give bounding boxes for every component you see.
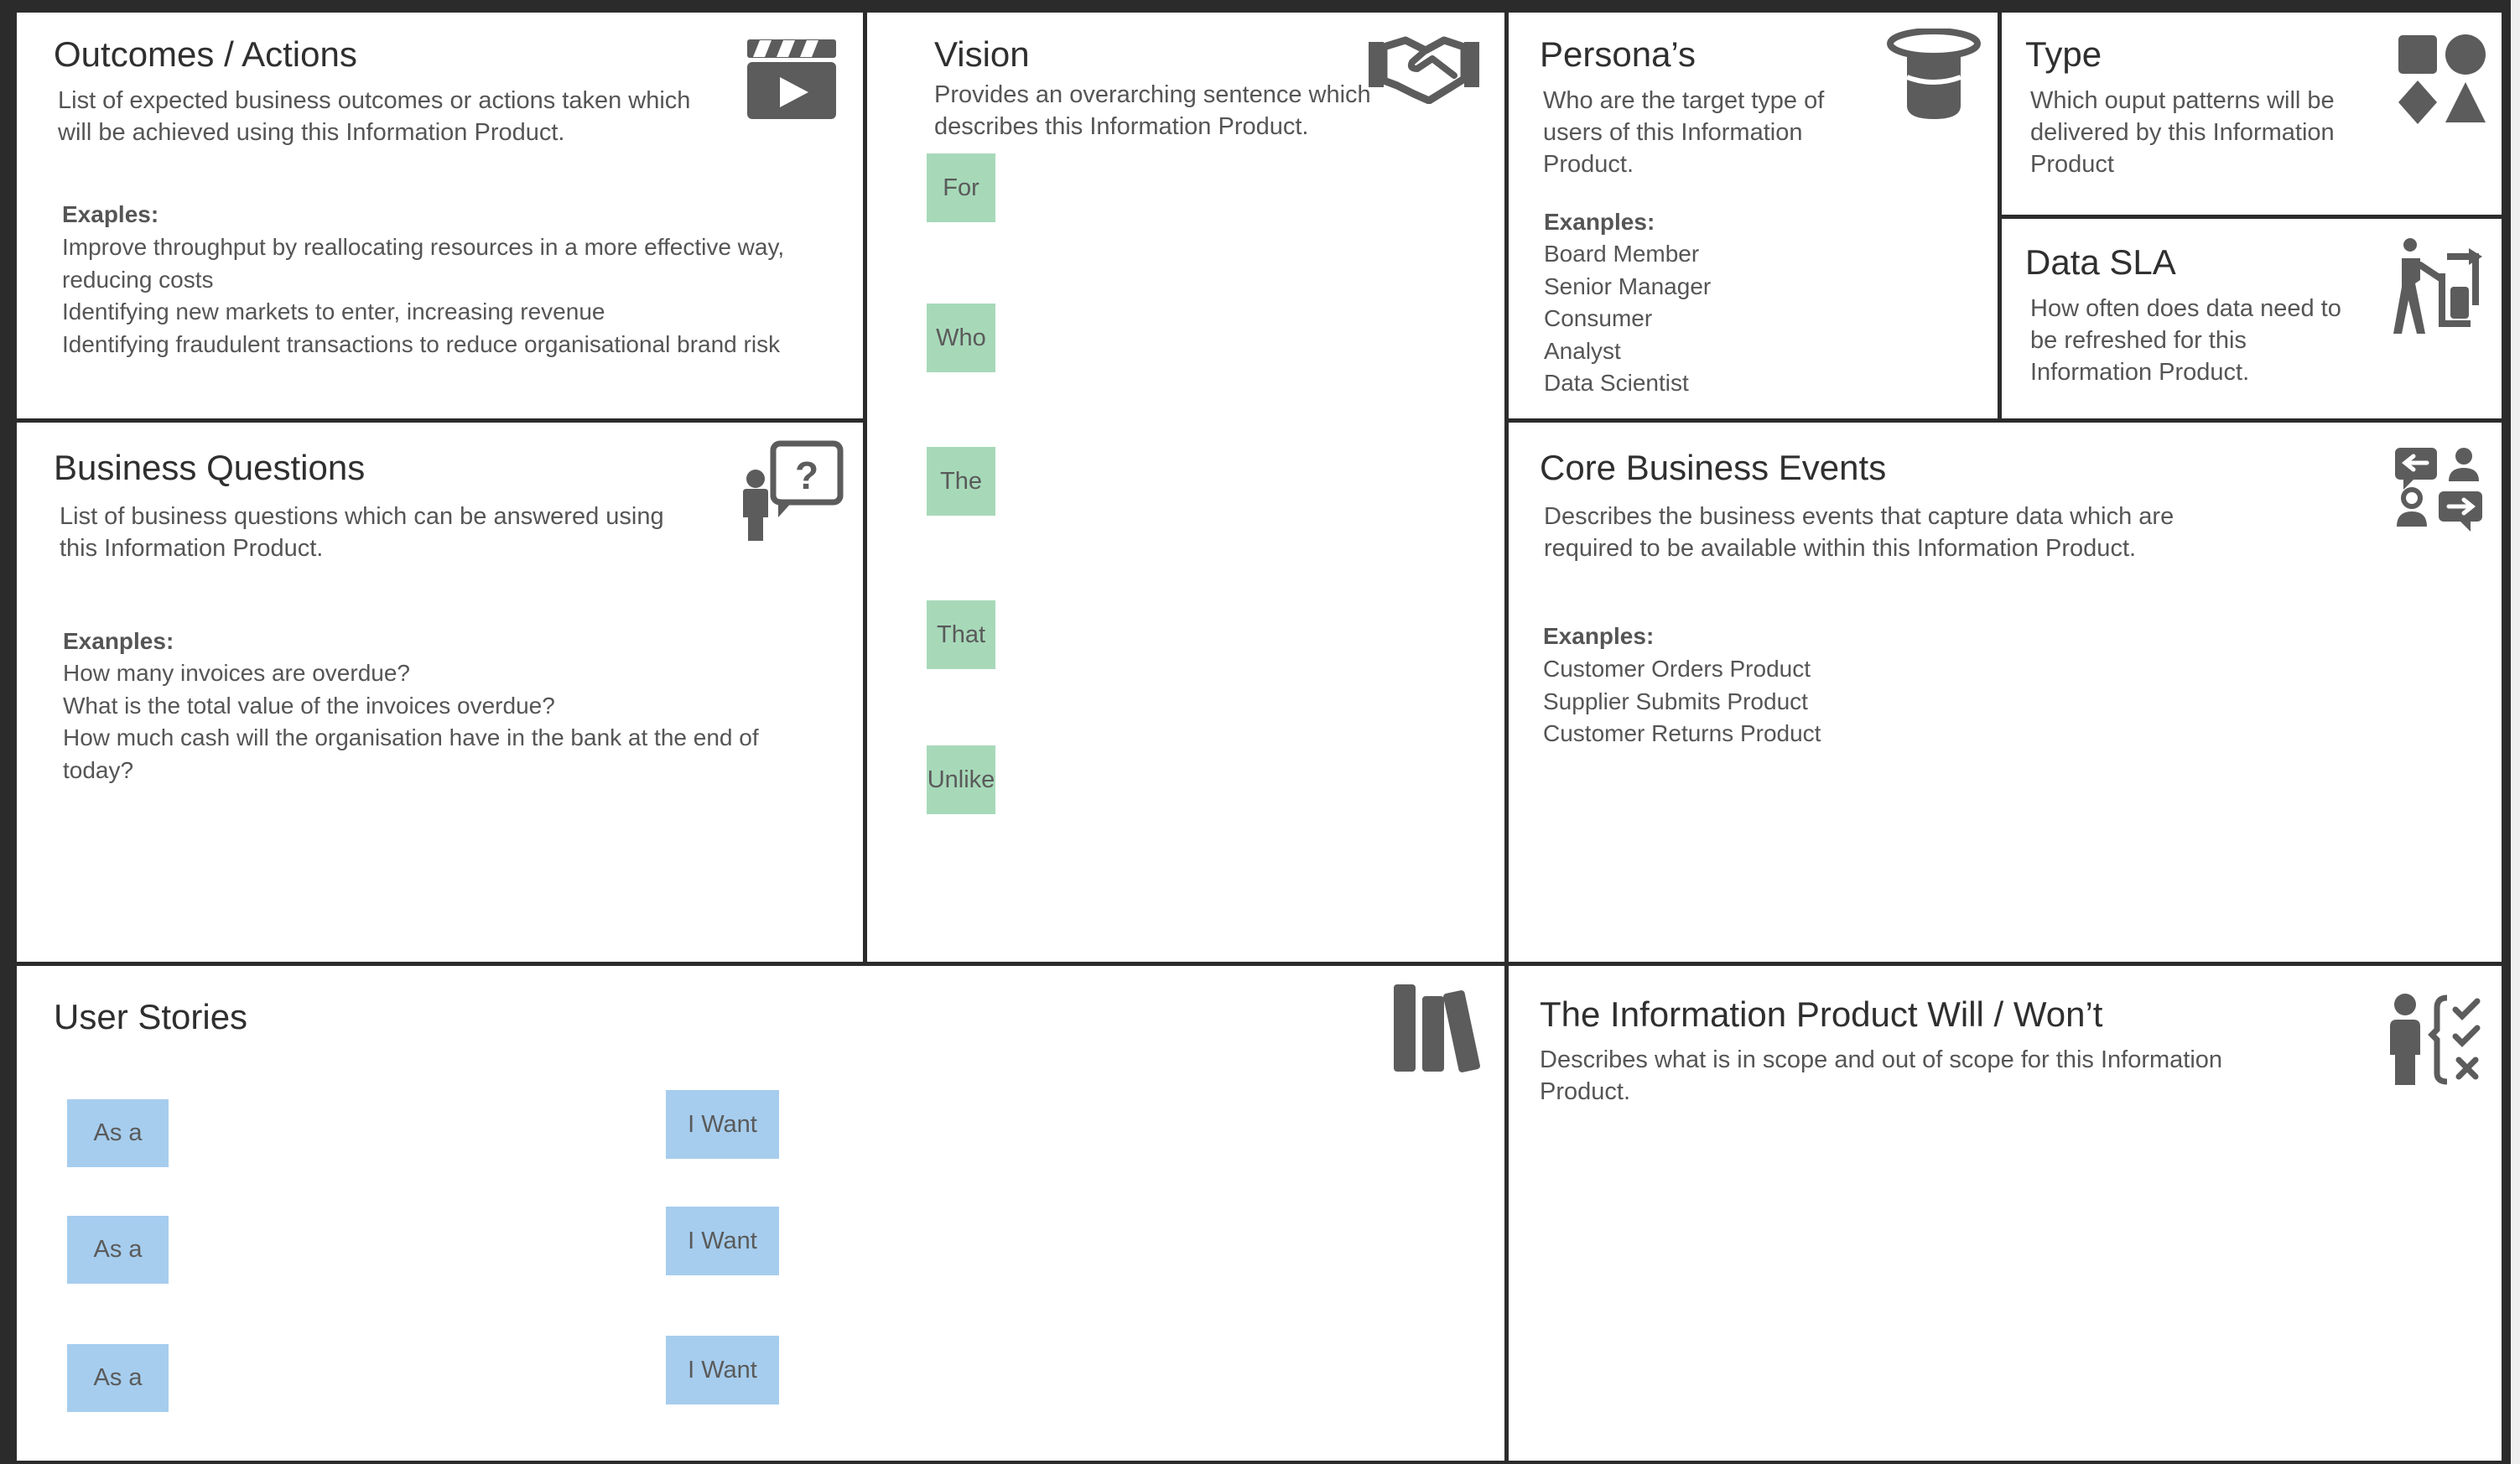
user-story-as-a-3[interactable]: As a xyxy=(67,1344,169,1412)
list-item: Board Member xyxy=(1544,241,1700,267)
conversation-exchange-icon xyxy=(2395,448,2482,532)
business-questions-description: List of business questions which can be … xyxy=(60,503,664,562)
person-question-icon: ? xyxy=(743,440,844,541)
list-item: Customer Returns Product xyxy=(1543,720,1821,746)
personas-title: Persona’s xyxy=(1540,34,1696,74)
business-questions-examples-list: How many invoices are overdue? What is t… xyxy=(63,657,818,787)
personas-examples-list: Board Member Senior Manager Consumer Ana… xyxy=(1544,238,1879,400)
data-sla-title: Data SLA xyxy=(2025,242,2176,282)
user-story-i-want-2[interactable]: I Want xyxy=(666,1207,779,1275)
type-description: Which ouput patterns will be delivered b… xyxy=(2030,87,2335,178)
frame-left-border xyxy=(0,0,17,1464)
divider-horizontal-bottom xyxy=(17,962,2507,966)
frame-bottom-border xyxy=(0,1461,2512,1464)
business-questions-examples-label: Exanples: xyxy=(63,628,174,654)
core-events-examples-label: Exanples: xyxy=(1543,623,1655,649)
handshake-icon xyxy=(1369,36,1479,104)
books-icon xyxy=(1394,984,1480,1072)
divider-vertical-1 xyxy=(863,13,867,966)
outcomes-title: Outcomes / Actions xyxy=(54,34,357,74)
divider-horizontal-right xyxy=(1504,418,2507,423)
business-questions-title: Business Questions xyxy=(54,448,366,487)
list-item: Supplier Submits Product xyxy=(1543,688,1808,714)
core-events-description: Describes the business events that captu… xyxy=(1544,503,2174,562)
outcomes-description: List of expected business outcomes or ac… xyxy=(58,87,691,146)
vision-sticky-who[interactable]: Who xyxy=(927,304,995,372)
divider-vertical-2 xyxy=(1504,13,1509,1464)
shapes-icon xyxy=(2398,34,2486,124)
type-title: Type xyxy=(2025,34,2102,74)
list-item: Senior Manager xyxy=(1544,273,1712,299)
data-sla-description: How often does data need to be refreshed… xyxy=(2030,295,2341,386)
personas-description: Who are the target type of users of this… xyxy=(1543,87,1825,178)
list-item: How much cash will the organisation have… xyxy=(63,724,759,783)
list-item: Identifying new markets to enter, increa… xyxy=(62,299,605,324)
will-wont-description: Describes what is in scope and out of sc… xyxy=(1540,1046,2223,1105)
user-story-i-want-1[interactable]: I Want xyxy=(666,1090,779,1159)
list-item: How many invoices are overdue? xyxy=(63,660,410,686)
canvas-board: Outcomes / Actions List of expected busi… xyxy=(0,0,2520,1464)
list-item: Consumer xyxy=(1544,305,1653,331)
vision-sticky-unlike[interactable]: Unlike xyxy=(927,745,995,814)
divider-type-sla xyxy=(1998,215,2507,219)
frame-top-border xyxy=(0,0,2512,13)
user-story-as-a-2[interactable]: As a xyxy=(67,1216,169,1284)
core-events-title: Core Business Events xyxy=(1540,448,1887,487)
vision-sticky-for[interactable]: For xyxy=(927,153,995,222)
list-item: Customer Orders Product xyxy=(1543,656,1811,682)
svg-text:?: ? xyxy=(795,454,818,497)
person-refresh-icon xyxy=(2393,238,2482,334)
list-item: Identifying fraudulent transactions to r… xyxy=(62,330,781,357)
list-item: Data Scientist xyxy=(1544,370,1689,396)
personas-examples-label: Exanples: xyxy=(1544,209,1655,235)
list-item: What is the total value of the invoices … xyxy=(63,692,555,719)
frame-right-border xyxy=(2502,0,2511,1464)
vision-sticky-the[interactable]: The xyxy=(927,447,995,516)
list-item: Analyst xyxy=(1544,337,1621,364)
user-stories-title: User Stories xyxy=(54,997,248,1036)
outcomes-examples-label: Exaples: xyxy=(62,201,159,227)
person-checklist-icon xyxy=(2390,994,2481,1085)
user-story-i-want-3[interactable]: I Want xyxy=(666,1336,779,1404)
vision-sticky-that[interactable]: That xyxy=(927,600,995,669)
clapperboard-icon xyxy=(747,39,836,119)
user-story-as-a-1[interactable]: As a xyxy=(67,1099,169,1167)
vision-title: Vision xyxy=(934,34,1030,74)
frame-right-margin xyxy=(2511,0,2520,1464)
list-item: Improve throughput by reallocating resou… xyxy=(62,234,785,293)
core-events-examples-list: Customer Orders Product Supplier Submits… xyxy=(1543,653,2046,750)
top-hat-icon xyxy=(1887,29,1981,119)
divider-horizontal-left xyxy=(17,418,867,423)
outcomes-examples-list: Improve throughput by reallocating resou… xyxy=(62,231,817,361)
will-wont-title: The Information Product Will / Won’t xyxy=(1540,994,2103,1034)
